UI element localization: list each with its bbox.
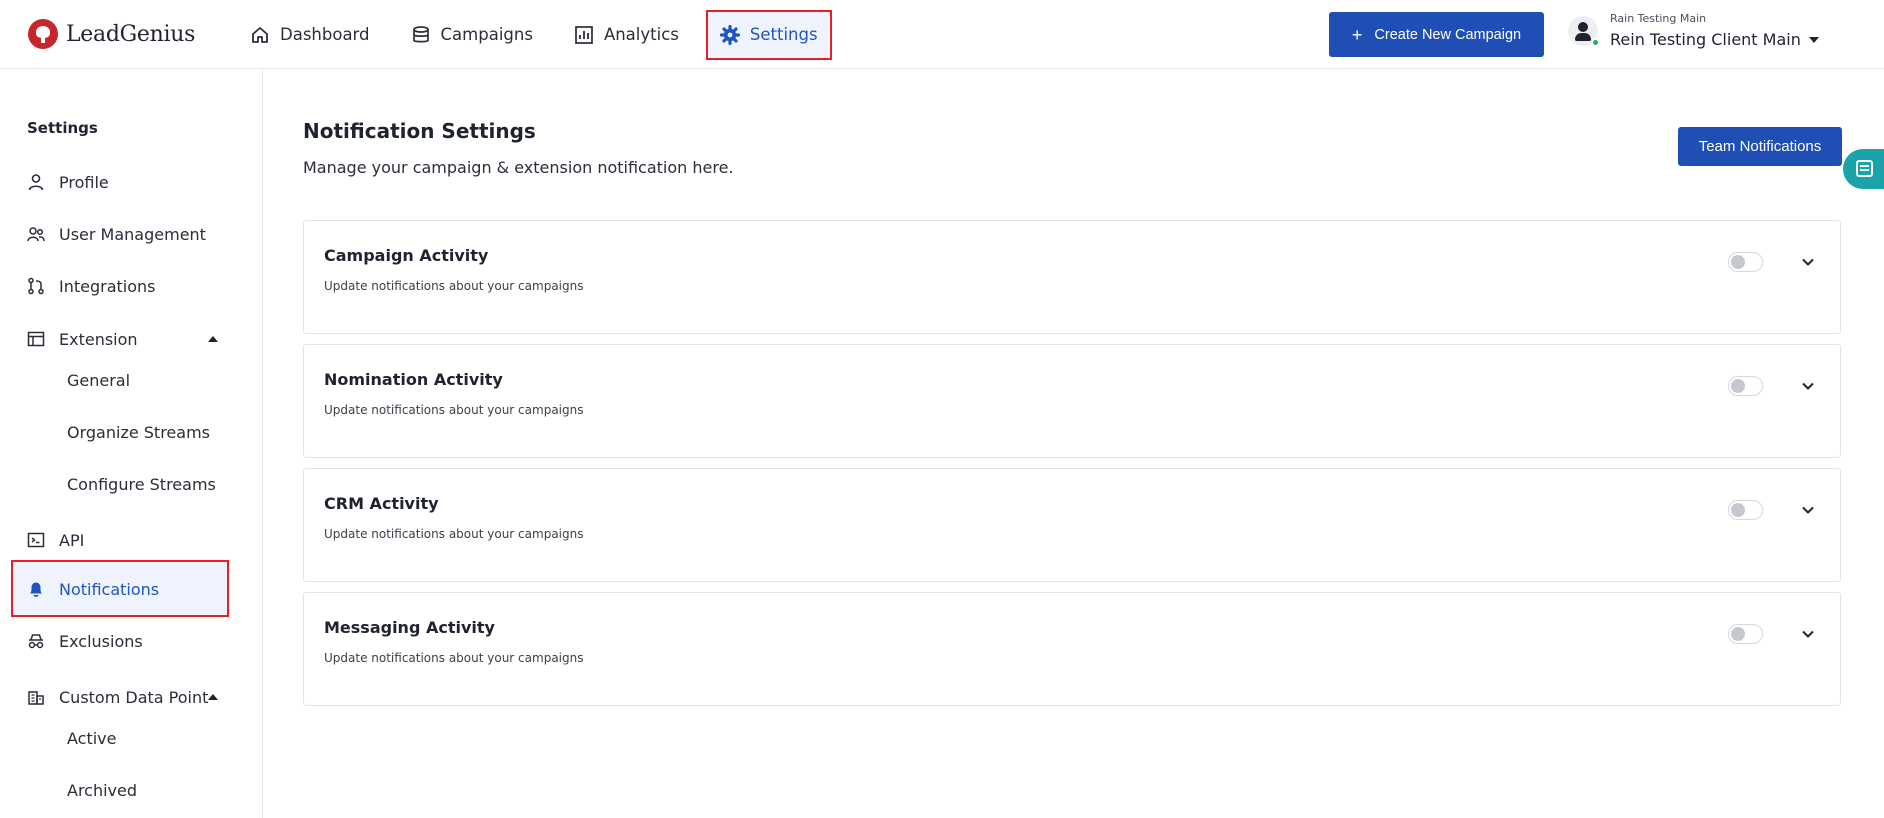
user-account-menu[interactable]: Rain Testing Main Rein Testing Client Ma… <box>1568 12 1819 49</box>
campaign-activity-toggle[interactable] <box>1728 252 1763 272</box>
messaging-activity-toggle[interactable] <box>1728 624 1763 644</box>
chevron-down-icon[interactable] <box>1800 626 1816 642</box>
user-name: Rein Testing Client Main <box>1610 30 1801 49</box>
main-nav: Dashboard Campaigns Analytics Settings <box>238 0 849 69</box>
nav-settings[interactable]: Settings <box>705 9 832 60</box>
plus-icon: + <box>1351 24 1363 45</box>
nav-analytics-label: Analytics <box>603 25 679 44</box>
notification-card-crm-activity: CRM Activity Update notifications about … <box>303 468 1841 582</box>
avatar <box>1568 15 1600 47</box>
card-title: Campaign Activity <box>324 246 489 265</box>
card-title: CRM Activity <box>324 494 439 513</box>
sidebar-item-api[interactable]: API <box>27 527 84 553</box>
sidebar-item-extension[interactable]: Extension <box>27 326 138 352</box>
bar-chart-icon <box>575 25 593 44</box>
terminal-icon <box>27 532 45 548</box>
page-title: Notification Settings <box>303 119 536 143</box>
sidebar-item-exclusions[interactable]: Exclusions <box>27 628 143 654</box>
sidebar-item-configure-streams[interactable]: Configure Streams <box>67 475 216 494</box>
team-notifications-button[interactable]: Team Notifications <box>1678 127 1842 166</box>
crm-activity-toggle[interactable] <box>1728 500 1763 520</box>
tree-logo-icon <box>28 19 58 49</box>
chat-widget-button[interactable] <box>1843 149 1884 189</box>
nav-campaigns-label: Campaigns <box>440 25 533 44</box>
sidebar-item-archived[interactable]: Archived <box>67 781 137 800</box>
incognito-icon <box>28 634 44 649</box>
sidebar-item-integrations[interactable]: Integrations <box>27 273 156 299</box>
sidebar-item-organize-streams[interactable]: Organize Streams <box>67 423 210 442</box>
chat-icon <box>1856 160 1873 177</box>
notification-card-nomination-activity: Nomination Activity Update notifications… <box>303 344 1841 458</box>
sidebar-item-profile[interactable]: Profile <box>27 169 109 195</box>
caret-down-icon <box>1808 36 1819 43</box>
nav-analytics[interactable]: Analytics <box>562 13 691 57</box>
create-new-campaign-label: Create New Campaign <box>1374 26 1522 43</box>
sidebar-item-label: Exclusions <box>59 631 143 651</box>
notification-card-campaign-activity: Campaign Activity Update notifications a… <box>303 220 1841 334</box>
sidebar-item-user-management[interactable]: User Management <box>27 221 206 247</box>
sidebar-item-notifications[interactable]: Notifications <box>27 576 159 602</box>
card-title: Messaging Activity <box>324 618 495 637</box>
card-description: Update notifications about your campaign… <box>324 527 584 541</box>
sidebar-item-label: API <box>59 530 85 550</box>
sidebar-item-label: Custom Data Point <box>59 687 209 707</box>
notification-card-messaging-activity: Messaging Activity Update notifications … <box>303 592 1841 706</box>
gear-icon <box>719 24 740 45</box>
leadgenius-logo[interactable]: LeadGenius <box>28 19 195 49</box>
database-icon <box>412 25 429 42</box>
sidebar-item-active[interactable]: Active <box>67 729 117 748</box>
collapse-custom-data-point-icon[interactable] <box>208 694 218 700</box>
card-description: Update notifications about your campaign… <box>324 651 584 665</box>
git-merge-icon <box>28 277 44 295</box>
create-new-campaign-button[interactable]: + Create New Campaign <box>1329 12 1544 57</box>
card-description: Update notifications about your campaign… <box>324 279 584 293</box>
nav-dashboard-label: Dashboard <box>280 25 370 44</box>
brand-name: LeadGenius <box>66 21 196 47</box>
sidebar-heading: Settings <box>27 119 98 137</box>
user-icon <box>28 174 44 191</box>
chevron-down-icon[interactable] <box>1800 378 1816 394</box>
online-status-icon <box>1591 37 1600 47</box>
sidebar-item-custom-data-point[interactable]: Custom Data Point <box>27 684 208 710</box>
chevron-down-icon[interactable] <box>1800 502 1816 518</box>
nav-campaigns[interactable]: Campaigns <box>399 13 545 57</box>
building-icon <box>28 691 44 705</box>
page-subtitle: Manage your campaign & extension notific… <box>303 158 734 177</box>
users-icon <box>27 227 45 242</box>
sidebar-item-label: Integrations <box>59 276 156 296</box>
sidebar-item-label: Notifications <box>59 579 160 599</box>
sidebar-item-general[interactable]: General <box>67 371 130 390</box>
nomination-activity-toggle[interactable] <box>1728 376 1763 396</box>
chevron-down-icon[interactable] <box>1800 254 1816 270</box>
collapse-extension-icon[interactable] <box>208 336 218 342</box>
sidebar-item-label: Profile <box>59 172 109 192</box>
card-description: Update notifications about your campaign… <box>324 403 584 417</box>
sidebar-item-label: Extension <box>59 329 138 349</box>
card-title: Nomination Activity <box>324 370 503 389</box>
browser-window-icon <box>27 331 45 347</box>
top-navbar: LeadGenius Dashboard Campaigns Analytics… <box>0 0 1884 69</box>
settings-sidebar: Settings Profile User Management Integra… <box>0 70 263 818</box>
bell-icon <box>30 582 42 597</box>
home-icon <box>252 26 268 43</box>
user-org: Rain Testing Main <box>1610 12 1707 25</box>
nav-settings-label: Settings <box>749 25 818 44</box>
sidebar-item-label: User Management <box>59 224 206 244</box>
nav-dashboard[interactable]: Dashboard <box>238 13 382 57</box>
